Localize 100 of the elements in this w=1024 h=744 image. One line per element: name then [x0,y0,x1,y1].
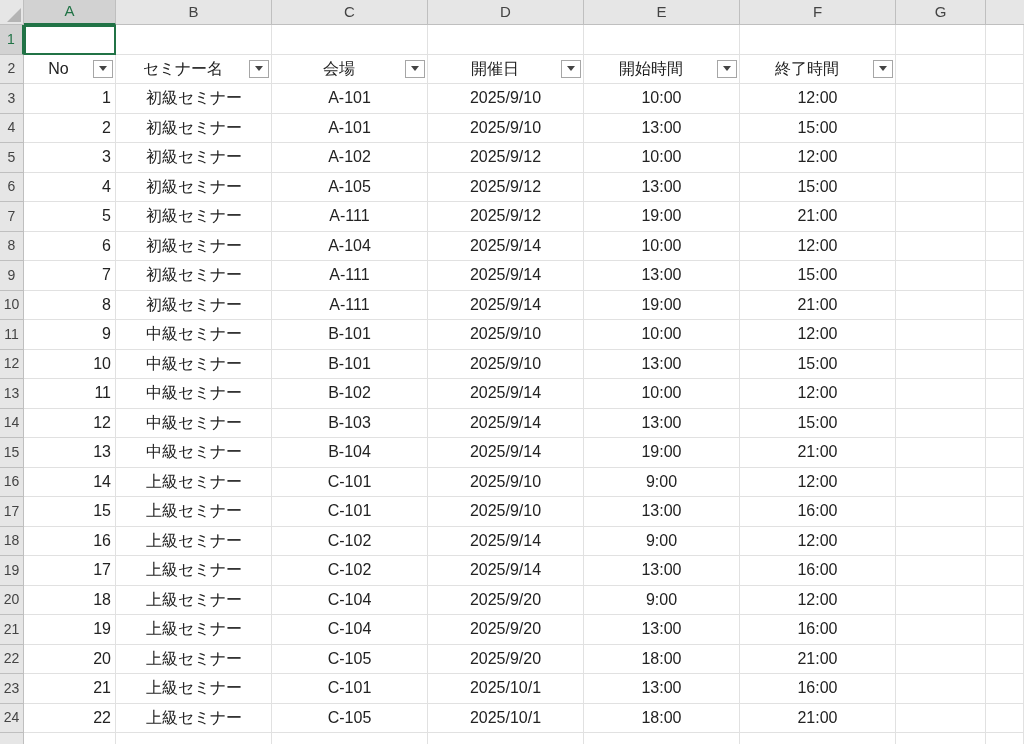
table-cell: A-104 [272,231,428,261]
table-cell: C-101 [272,467,428,497]
table-cell: 2025/9/10 [428,497,584,527]
table-cell: 8 [24,290,116,320]
table-cell: A-111 [272,261,428,291]
table-cell: 19:00 [584,290,740,320]
table-cell: 中級セミナー [116,408,272,438]
table-cell: 13:00 [584,674,740,704]
row-header[interactable]: 18 [0,526,24,556]
caret-icon [411,66,419,72]
table-cell: 上級セミナー [116,497,272,527]
table-cell: 10:00 [584,231,740,261]
column-header[interactable]: B [116,0,272,25]
table-cell: B-103 [272,408,428,438]
filter-dropdown-button[interactable] [93,59,113,78]
table-cell: A-101 [272,113,428,143]
row-header[interactable]: 24 [0,703,24,733]
caret-icon [567,66,575,72]
empty-cell [986,379,1024,409]
row-header[interactable]: 4 [0,113,24,143]
table-cell: 21:00 [740,703,896,733]
active-cell[interactable] [24,25,116,55]
row-header[interactable]: 22 [0,644,24,674]
table-cell: 上級セミナー [116,703,272,733]
table-cell: 18:00 [584,644,740,674]
table-cell: 10 [24,349,116,379]
empty-cell [986,408,1024,438]
row-header[interactable]: 17 [0,497,24,527]
filter-dropdown-button[interactable] [561,59,581,78]
column-header[interactable]: D [428,0,584,25]
row-header[interactable]: 10 [0,290,24,320]
table-cell: 9 [24,320,116,350]
table-cell: 13:00 [584,172,740,202]
column-heading: No [48,58,69,79]
empty-cell [986,497,1024,527]
table-cell: 11 [24,379,116,409]
table-cell: B-102 [272,379,428,409]
row-header[interactable]: 20 [0,585,24,615]
table-cell: 22 [24,703,116,733]
table-cell: A-111 [272,202,428,232]
table-cell: 2025/9/12 [428,172,584,202]
filter-dropdown-button[interactable] [873,59,893,78]
row-header[interactable]: 13 [0,379,24,409]
table-cell: 2025/9/14 [428,526,584,556]
row-header[interactable]: 12 [0,349,24,379]
row-header[interactable]: 1 [0,25,24,55]
table-cell: 13:00 [584,615,740,645]
column-header[interactable]: C [272,0,428,25]
row-header[interactable]: 7 [0,202,24,232]
row-header[interactable]: 21 [0,615,24,645]
table-cell: 19:00 [584,438,740,468]
triangle-icon [7,8,21,22]
column-header[interactable]: F [740,0,896,25]
column-header[interactable]: A [24,0,116,25]
table-cell: 2025/9/10 [428,320,584,350]
caret-icon [255,66,263,72]
table-cell: A-102 [272,143,428,173]
row-header[interactable]: 9 [0,261,24,291]
table-cell: 初級セミナー [116,84,272,114]
table-cell: 上級セミナー [116,674,272,704]
table-cell: 2025/9/14 [428,379,584,409]
row-header[interactable]: 19 [0,556,24,586]
row-header[interactable]: 23 [0,674,24,704]
table-cell: B-104 [272,438,428,468]
row-header[interactable]: 8 [0,231,24,261]
empty-cell [986,202,1024,232]
row-header[interactable]: 16 [0,467,24,497]
row-header[interactable]: 15 [0,438,24,468]
table-cell: 7 [24,261,116,291]
column-heading: 終了時間 [774,58,839,79]
table-cell: 9:00 [584,585,740,615]
empty-cell [986,261,1024,291]
filter-dropdown-button[interactable] [249,59,269,78]
row-header[interactable]: 11 [0,320,24,350]
filter-dropdown-button[interactable] [717,59,737,78]
column-header[interactable]: E [584,0,740,25]
row-header[interactable]: 6 [0,172,24,202]
empty-cell [986,231,1024,261]
row-header[interactable]: 2 [0,54,24,84]
filter-dropdown-button[interactable] [405,59,425,78]
column-header[interactable]: G [896,0,986,25]
caret-icon [723,66,731,72]
row-header[interactable]: 5 [0,143,24,173]
table-cell: 2025/10/1 [428,703,584,733]
table-cell: 2025/9/10 [428,349,584,379]
table-cell: 16:00 [740,556,896,586]
row-header[interactable]: 3 [0,84,24,114]
table-cell: 上級セミナー [116,615,272,645]
table-cell: 12:00 [740,84,896,114]
column-heading: 開始時間 [618,58,683,79]
row-header[interactable]: 14 [0,408,24,438]
table-cell: A-101 [272,84,428,114]
column-heading: 開催日 [470,58,519,79]
table-cell: 初級セミナー [116,231,272,261]
table-cell: 9:00 [584,467,740,497]
table-cell: 12:00 [740,379,896,409]
table-cell: 16:00 [740,497,896,527]
table-cell: 13:00 [584,408,740,438]
table-cell: 13:00 [584,261,740,291]
empty-cell [986,143,1024,173]
